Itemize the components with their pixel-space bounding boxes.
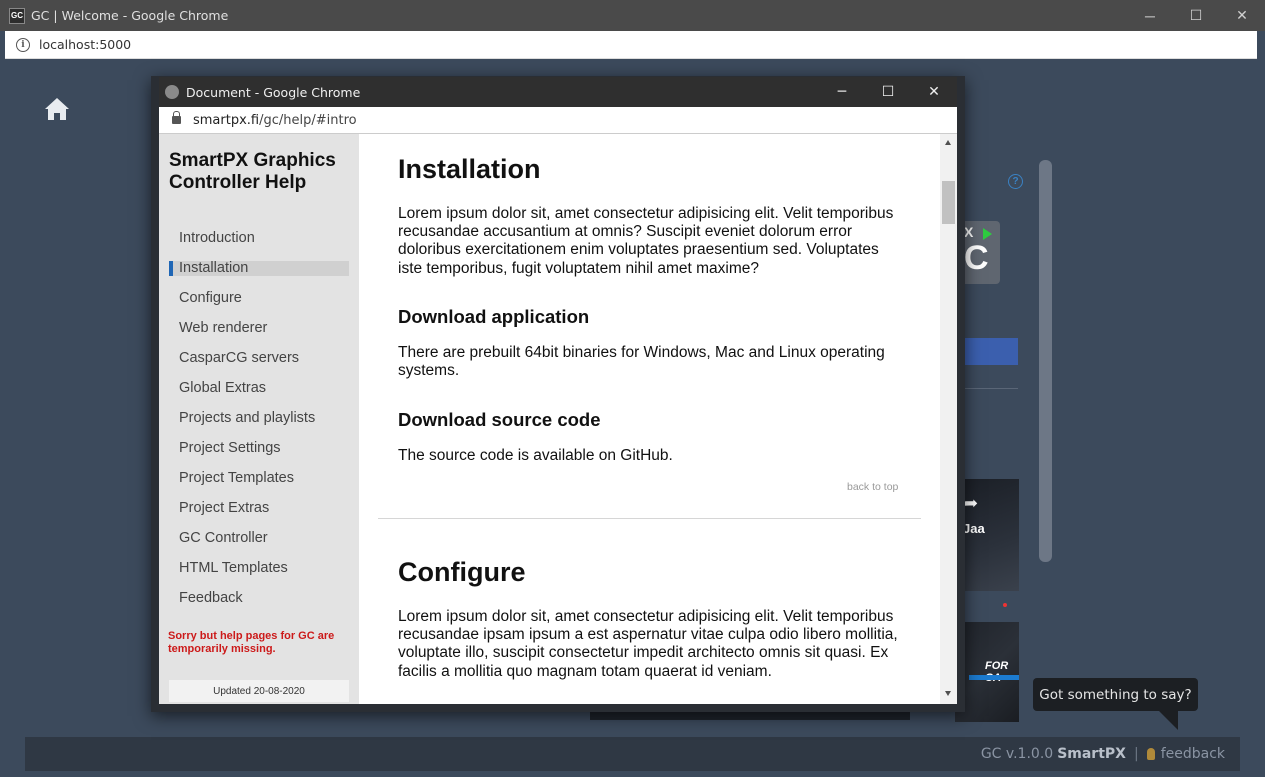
help-sidebar: SmartPX Graphics Controller Help Introdu… (159, 134, 359, 704)
outer-minimize-button[interactable]: ─ (1127, 0, 1173, 31)
download-app-body: There are prebuilt 64bit binaries for Wi… (398, 344, 885, 380)
nav-item-configure[interactable]: Configure (169, 283, 349, 313)
nav-item-project-extras[interactable]: Project Extras (169, 493, 349, 523)
nav-label: Global Extras (179, 380, 267, 396)
video-share-label: Jaa (963, 521, 985, 536)
popup-address-bar[interactable]: smartpx.fi/gc/help/#intro (159, 107, 957, 134)
nav-item-installation[interactable]: Installation (169, 253, 349, 283)
lock-icon[interactable] (172, 111, 181, 124)
download-source-body: The source code is available on GitHub. (398, 447, 673, 464)
nav-label: GC Controller (179, 530, 268, 546)
popup-url[interactable]: smartpx.fi/gc/help/#intro (193, 113, 357, 128)
feedback-tooltip: Got something to say? (1033, 678, 1198, 711)
installation-heading: Installation (398, 154, 541, 184)
back-to-top-link[interactable]: back to top (847, 481, 898, 493)
outer-window-controls: ─ ☐ ✕ (1127, 0, 1265, 31)
version-text: GC v.1.0.0 (980, 746, 1054, 762)
help-popup-window: Document - Google Chrome ─ ☐ ✕ smartpx.f… (151, 76, 965, 712)
logo-c-letter: C (964, 239, 989, 277)
nav-label: Configure (179, 290, 242, 306)
lightbulb-icon (1146, 748, 1155, 760)
help-question-icon[interactable]: ? (1008, 174, 1023, 189)
video-title-text: FOR CA (985, 660, 1009, 684)
nav-label: HTML Templates (179, 560, 288, 576)
popup-scrollbar[interactable] (940, 134, 957, 704)
configure-heading: Configure (398, 557, 526, 587)
nav-item-project-settings[interactable]: Project Settings (169, 433, 349, 463)
url-path: /gc/help/#intro (259, 112, 357, 128)
help-nav: Introduction Installation Configure Web … (169, 223, 349, 613)
video-title-bar (969, 675, 1019, 680)
nav-label: Introduction (179, 230, 255, 246)
gc-app-icon: GC (9, 7, 25, 24)
popup-maximize-button[interactable]: ☐ (865, 77, 911, 107)
scroll-down-arrow-icon[interactable] (945, 691, 951, 696)
nav-item-web-renderer[interactable]: Web renderer (169, 313, 349, 343)
nav-item-projects-playlists[interactable]: Projects and playlists (169, 403, 349, 433)
popup-minimize-button[interactable]: ─ (819, 77, 865, 107)
installation-body: Lorem ipsum dolor sit, amet consectetur … (398, 205, 894, 277)
nav-item-html-templates[interactable]: HTML Templates (169, 553, 349, 583)
popup-body: SmartPX Graphics Controller Help Introdu… (159, 134, 957, 704)
configure-body: Lorem ipsum dolor sit, amet consectetur … (398, 608, 898, 680)
outer-address-bar[interactable]: i localhost:5000 (5, 31, 1257, 59)
brand-text: SmartPX (1057, 746, 1126, 762)
nav-label: Projects and playlists (179, 410, 316, 426)
nav-label: Installation (179, 260, 249, 276)
nav-label: Project Settings (179, 440, 281, 456)
app-footer: GC v.1.0.0 SmartPX | feedback (25, 737, 1240, 771)
logo-x-letter: X (964, 224, 974, 240)
sidebar-title: SmartPX Graphics Controller Help (169, 150, 336, 193)
nav-item-gc-controller[interactable]: GC Controller (169, 523, 349, 553)
share-icon[interactable]: ➦ (963, 493, 978, 514)
nav-item-introduction[interactable]: Introduction (169, 223, 349, 253)
nav-label: CasparCG servers (179, 350, 300, 366)
globe-icon (165, 85, 179, 99)
popup-titlebar: Document - Google Chrome ─ ☐ ✕ (159, 77, 957, 107)
outer-maximize-button[interactable]: ☐ (1173, 0, 1219, 31)
help-content: Installation Lorem ipsum dolor sit, amet… (359, 134, 940, 704)
popup-close-button[interactable]: ✕ (911, 77, 957, 107)
nav-item-global-extras[interactable]: Global Extras (169, 373, 349, 403)
nav-item-feedback[interactable]: Feedback (169, 583, 349, 613)
scroll-up-arrow-icon[interactable] (945, 140, 951, 145)
outer-close-button[interactable]: ✕ (1219, 0, 1265, 31)
updated-date: Updated 20-08-2020 (169, 680, 349, 702)
outer-window-title: GC | Welcome - Google Chrome (31, 8, 229, 23)
download-app-heading: Download application (398, 306, 590, 327)
nav-label: Project Templates (179, 470, 294, 486)
nav-label: Feedback (179, 590, 243, 606)
url-host: smartpx.fi (193, 112, 260, 128)
nav-item-casparcg-servers[interactable]: CasparCG servers (169, 343, 349, 373)
scroll-thumb[interactable] (942, 181, 955, 224)
tooltip-tail (1158, 710, 1178, 730)
outer-window-titlebar: GC GC | Welcome - Google Chrome ─ ☐ ✕ (0, 0, 1265, 31)
footer-separator: | (1133, 746, 1139, 762)
red-dot-icon (1003, 603, 1007, 607)
popup-title: Document - Google Chrome (186, 84, 361, 100)
section-divider (378, 518, 921, 519)
outer-url-text[interactable]: localhost:5000 (39, 37, 131, 52)
nav-label: Web renderer (179, 320, 268, 336)
feedback-link[interactable]: feedback (1161, 746, 1225, 762)
nav-label: Project Extras (179, 500, 270, 516)
nav-item-project-templates[interactable]: Project Templates (169, 463, 349, 493)
home-icon[interactable] (44, 97, 70, 121)
missing-pages-notice: Sorry but help pages for GC are temporar… (168, 630, 335, 655)
app-scrollbar[interactable] (1039, 160, 1052, 562)
site-info-icon[interactable]: i (16, 37, 30, 52)
download-source-heading: Download source code (398, 409, 601, 430)
active-marker (169, 261, 173, 276)
